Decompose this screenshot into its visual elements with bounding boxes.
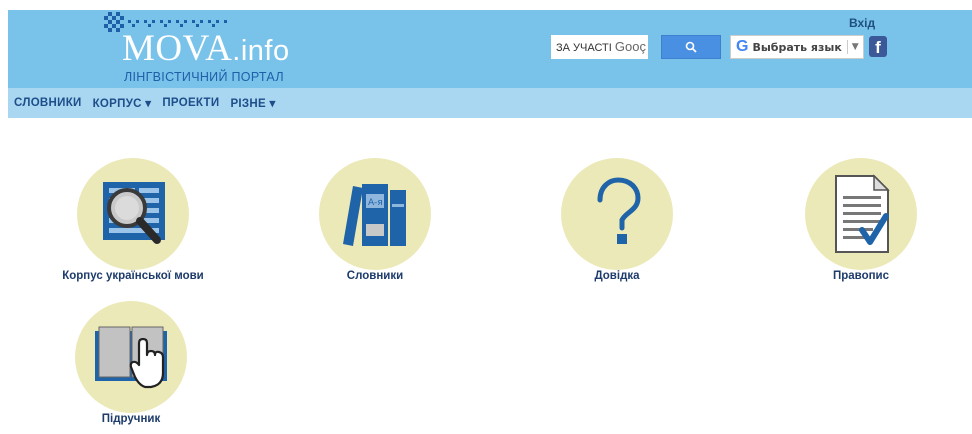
books-icon: A-я bbox=[343, 184, 406, 246]
nav-item-dictionaries[interactable]: СЛОВНИКИ bbox=[14, 97, 82, 109]
site-logo[interactable]: MOVA.info ЛІНГВІСТИЧНИЙ ПОРТАЛ bbox=[104, 12, 304, 86]
logo-text: MOVA.info bbox=[122, 28, 290, 69]
tile-help[interactable]: Довідка bbox=[527, 158, 707, 282]
document-check-icon bbox=[835, 174, 890, 253]
logo-subtitle: ЛІНГВІСТИЧНИЙ ПОРТАЛ bbox=[124, 70, 284, 84]
language-select-label: Выбрать язык bbox=[752, 40, 842, 54]
question-mark-icon bbox=[597, 177, 641, 244]
chevron-down-icon: ▼ bbox=[851, 42, 859, 52]
tile-spelling[interactable]: Правопис bbox=[771, 158, 951, 282]
main-nav: СЛОВНИКИ КОРПУС ▾ ПРОЕКТИ РІЗНЕ ▾ bbox=[8, 88, 972, 118]
svg-text:A-я: A-я bbox=[368, 198, 383, 208]
divider bbox=[846, 40, 848, 54]
search-icon bbox=[685, 41, 697, 53]
page: MOVA.info ЛІНГВІСТИЧНИЙ ПОРТАЛ Вхід ЗА У… bbox=[8, 10, 972, 434]
tile-spelling-label: Правопис bbox=[832, 270, 890, 282]
tile-dictionaries-circle: A-я bbox=[319, 158, 431, 270]
search-prefix: ЗА УЧАСТІ bbox=[556, 42, 612, 54]
tile-corpus-label: Корпус української мови bbox=[62, 270, 204, 282]
tile-textbook-label: Підручник bbox=[101, 413, 161, 425]
tile-corpus-circle bbox=[77, 158, 189, 270]
magnifier-corpus-icon bbox=[103, 182, 165, 244]
search-button[interactable] bbox=[661, 35, 721, 59]
tile-dictionaries-label: Словники bbox=[346, 270, 404, 282]
tile-spelling-circle bbox=[805, 158, 917, 270]
tile-dictionaries[interactable]: A-я Словники bbox=[285, 158, 465, 282]
tile-textbook[interactable]: Підручник bbox=[41, 301, 221, 425]
search-input[interactable]: ЗА УЧАСТІ Gooç bbox=[551, 35, 648, 59]
tile-help-label: Довідка bbox=[594, 270, 640, 282]
language-select[interactable]: G Выбрать язык ▼ bbox=[730, 35, 864, 59]
login-link[interactable]: Вхід bbox=[849, 16, 875, 30]
facebook-icon[interactable]: f bbox=[869, 36, 887, 57]
open-book-hand-icon bbox=[95, 326, 167, 389]
header: MOVA.info ЛІНГВІСТИЧНИЙ ПОРТАЛ Вхід ЗА У… bbox=[8, 10, 972, 88]
nav-item-corpus[interactable]: КОРПУС ▾ bbox=[93, 96, 152, 110]
search-brand: Gooç bbox=[614, 39, 646, 54]
nav-item-misc[interactable]: РІЗНЕ ▾ bbox=[230, 96, 275, 110]
tile-help-circle bbox=[561, 158, 673, 270]
tile-textbook-circle bbox=[75, 301, 187, 413]
tile-corpus[interactable]: Корпус української мови bbox=[43, 158, 223, 282]
nav-item-projects[interactable]: ПРОЕКТИ bbox=[162, 97, 219, 109]
google-g-icon: G bbox=[736, 38, 749, 55]
